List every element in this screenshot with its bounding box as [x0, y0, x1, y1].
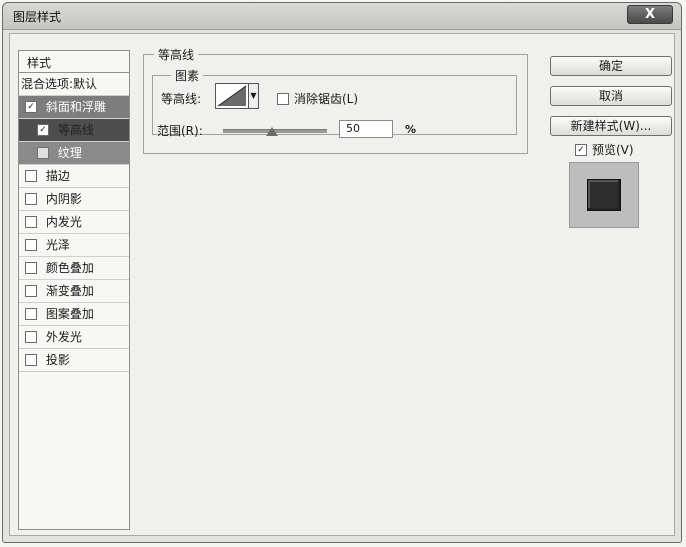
style-item-label: 渐变叠加 [45, 284, 94, 298]
style-item-label: 外发光 [45, 330, 82, 344]
style-item-label: 描边 [45, 169, 70, 183]
styles-list: 样式 混合选项:默认 ✓ 斜面和浮雕 ✓ 等高线 纹理 描边 内阴影 内发光 光… [18, 50, 130, 530]
stroke-checkbox[interactable] [25, 169, 37, 182]
style-item-label: 图案叠加 [45, 307, 94, 321]
style-item-texture[interactable]: 纹理 [19, 142, 129, 165]
style-item-color-overlay[interactable]: 颜色叠加 [19, 257, 129, 280]
drop-shadow-checkbox[interactable] [25, 353, 37, 366]
preview-checkbox[interactable]: ✓ [575, 143, 587, 156]
new-style-button[interactable]: 新建样式(W)... [550, 116, 672, 136]
range-label: 范围(R): [157, 124, 203, 138]
blend-options-item[interactable]: 混合选项:默认 [19, 73, 129, 96]
contour-group: 等高线 图素 等高线: ▼ 消除锯齿(L) 范围(R): 50 % [143, 46, 528, 154]
style-item-label: 颜色叠加 [45, 261, 94, 275]
style-item-label: 光泽 [45, 238, 70, 252]
style-item-drop-shadow[interactable]: 投影 [19, 349, 129, 372]
title-bar: 图层样式 X [3, 3, 681, 30]
style-item-label: 内发光 [45, 215, 82, 229]
contour-group-legend: 等高线 [154, 46, 199, 63]
style-item-inner-shadow[interactable]: 内阴影 [19, 188, 129, 211]
style-item-label: 纹理 [57, 146, 82, 160]
antialias-checkbox[interactable] [277, 92, 289, 105]
outer-glow-checkbox[interactable] [25, 330, 37, 343]
ok-button[interactable]: 确定 [550, 56, 672, 76]
style-item-label: 投影 [45, 353, 70, 367]
cancel-button[interactable]: 取消 [550, 86, 672, 106]
contour-curve-icon [217, 85, 247, 107]
contour-curve-picker[interactable] [215, 83, 249, 109]
style-item-gradient-overlay[interactable]: 渐变叠加 [19, 280, 129, 303]
dialog-content: 样式 混合选项:默认 ✓ 斜面和浮雕 ✓ 等高线 纹理 描边 内阴影 内发光 光… [9, 33, 675, 536]
chevron-down-icon[interactable]: ▼ [249, 83, 259, 109]
inner-shadow-checkbox[interactable] [25, 192, 37, 205]
style-item-stroke[interactable]: 描边 [19, 165, 129, 188]
contour-label: 等高线: [161, 92, 202, 106]
range-input[interactable]: 50 [339, 120, 393, 138]
antialias-label: 消除锯齿(L) [294, 92, 359, 106]
style-item-pattern-overlay[interactable]: 图案叠加 [19, 303, 129, 326]
satin-checkbox[interactable] [25, 238, 37, 251]
antialias-option[interactable]: 消除锯齿(L) [277, 90, 358, 107]
layer-style-dialog: 图层样式 X 样式 混合选项:默认 ✓ 斜面和浮雕 ✓ 等高线 纹理 描边 内阴… [2, 2, 682, 543]
pattern-overlay-checkbox[interactable] [25, 307, 37, 320]
close-button[interactable]: X [627, 5, 673, 24]
elements-group-legend: 图素 [171, 67, 204, 84]
style-preview [569, 162, 639, 228]
range-unit: % [405, 123, 417, 136]
color-overlay-checkbox[interactable] [25, 261, 37, 274]
styles-header[interactable]: 样式 [19, 51, 129, 73]
bevel-emboss-checkbox[interactable]: ✓ [25, 100, 37, 113]
style-item-bevel-emboss[interactable]: ✓ 斜面和浮雕 [19, 96, 129, 119]
preview-swatch [587, 179, 621, 211]
style-item-contour[interactable]: ✓ 等高线 [19, 119, 129, 142]
style-item-label: 等高线 [57, 123, 94, 137]
range-slider-handle[interactable] [266, 127, 278, 136]
window-title: 图层样式 [13, 10, 62, 24]
contour-checkbox[interactable]: ✓ [37, 123, 49, 136]
elements-group: 图素 等高线: ▼ 消除锯齿(L) 范围(R): 50 % [152, 67, 517, 138]
inner-glow-checkbox[interactable] [25, 215, 37, 228]
gradient-overlay-checkbox[interactable] [25, 284, 37, 297]
preview-label: 预览(V) [592, 143, 634, 157]
style-item-outer-glow[interactable]: 外发光 [19, 326, 129, 349]
style-item-label: 斜面和浮雕 [45, 100, 106, 114]
style-item-label: 内阴影 [45, 192, 82, 206]
preview-option[interactable]: ✓ 预览(V) [575, 141, 634, 158]
style-item-satin[interactable]: 光泽 [19, 234, 129, 257]
blend-options-label: 混合选项:默认 [21, 77, 98, 91]
style-item-inner-glow[interactable]: 内发光 [19, 211, 129, 234]
texture-checkbox[interactable] [37, 146, 49, 159]
